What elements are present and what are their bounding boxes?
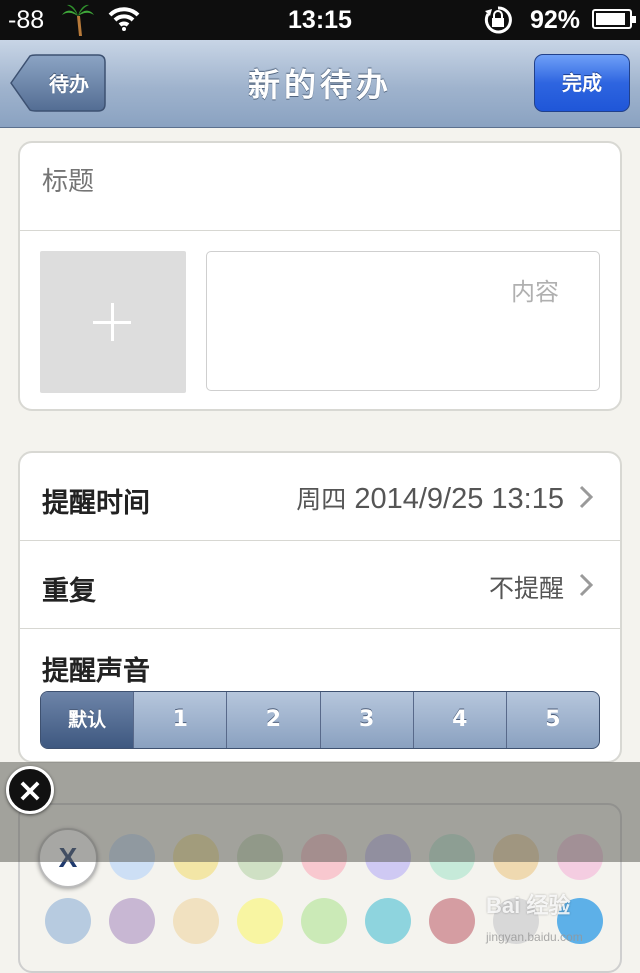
color-swatch[interactable] xyxy=(109,898,155,944)
color-swatch[interactable] xyxy=(301,898,347,944)
overlay-band xyxy=(0,762,640,862)
color-swatch[interactable] xyxy=(365,898,411,944)
chevron-right-icon xyxy=(578,485,594,513)
battery-level xyxy=(596,13,626,25)
color-swatch[interactable] xyxy=(237,898,283,944)
done-button[interactable]: 完成 xyxy=(534,54,630,112)
note-card: 内容 xyxy=(18,141,622,411)
sound-segmented-control: 默认 1 2 3 4 5 xyxy=(40,691,600,749)
title-input[interactable] xyxy=(42,167,582,197)
navigation-bar: 待办 新的待办 完成 xyxy=(0,40,640,128)
repeat-row[interactable]: 重复 不提醒 xyxy=(20,541,620,628)
battery-percent: 92% xyxy=(530,6,581,34)
color-swatch[interactable] xyxy=(45,898,91,944)
reminder-time-row[interactable]: 提醒时间 周四 2014/9/25 13:15 xyxy=(20,453,620,540)
sound-option-3[interactable]: 3 xyxy=(319,692,413,748)
chevron-right-icon xyxy=(578,573,594,601)
reminder-weekday: 周四 xyxy=(296,485,347,514)
sound-label: 提醒声音 xyxy=(42,656,150,687)
divider xyxy=(20,628,620,629)
repeat-label: 重复 xyxy=(42,576,96,607)
content-placeholder: 内容 xyxy=(511,278,559,306)
rotation-lock-icon xyxy=(482,5,514,42)
reminder-time-value: 周四 2014/9/25 13:15 xyxy=(296,480,564,516)
sound-option-default[interactable]: 默认 xyxy=(41,692,134,748)
divider xyxy=(20,230,620,231)
battery-icon xyxy=(592,9,636,29)
repeat-value: 不提醒 xyxy=(488,574,564,603)
watermark-logo: Bai 经验 jingyan.baidu.com xyxy=(486,893,583,944)
sound-option-2[interactable]: 2 xyxy=(226,692,319,748)
sound-option-4[interactable]: 4 xyxy=(412,692,506,748)
reminder-datetime: 2014/9/25 13:15 xyxy=(354,483,564,515)
reminder-time-label: 提醒时间 xyxy=(42,488,150,519)
sound-option-5[interactable]: 5 xyxy=(505,692,599,748)
color-swatch[interactable] xyxy=(429,898,475,944)
close-icon[interactable]: × xyxy=(6,766,54,814)
sound-option-1[interactable]: 1 xyxy=(133,692,226,748)
add-image-button[interactable] xyxy=(40,251,186,393)
status-bar: -88 13:15 92% xyxy=(0,0,640,40)
color-swatch[interactable] xyxy=(173,898,219,944)
reminder-card: 提醒时间 周四 2014/9/25 13:15 重复 不提醒 提醒声音 默认 1… xyxy=(18,451,622,763)
content-input[interactable]: 内容 xyxy=(206,251,600,391)
